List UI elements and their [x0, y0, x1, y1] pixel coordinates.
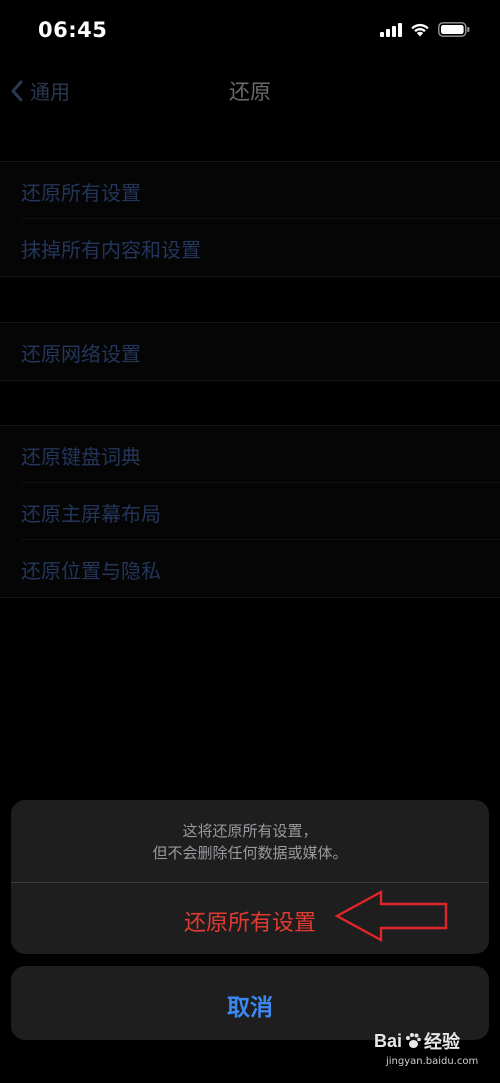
- list-item-reset-location-privacy[interactable]: 还原位置与隐私: [0, 540, 500, 597]
- list-item-reset-network-settings[interactable]: 还原网络设置: [0, 323, 500, 380]
- watermark-brand-suffix: 经验: [424, 1032, 461, 1052]
- list-item-reset-home-screen-layout[interactable]: 还原主屏幕布局: [0, 483, 500, 540]
- page-title: 还原: [229, 80, 271, 104]
- paw-icon: [406, 1033, 421, 1048]
- action-sheet-message-line-2: 但不会删除任何数据或媒体。: [152, 844, 348, 862]
- watermark-brand: Bai 经验: [374, 1028, 460, 1054]
- settings-group-2: 还原网络设置: [0, 323, 500, 380]
- list-item-label: 还原位置与隐私: [21, 559, 161, 583]
- list-item-reset-keyboard-dictionary[interactable]: 还原键盘词典: [0, 426, 500, 483]
- list-item-label: 还原主屏幕布局: [21, 502, 161, 526]
- watermark-brand-text: Bai: [374, 1030, 403, 1051]
- status-icons: [380, 22, 470, 37]
- list-item-label: 还原网络设置: [21, 342, 141, 366]
- navigation-bar: 通用 还原: [0, 62, 500, 118]
- battery-icon: [438, 22, 470, 37]
- annotation-arrow-icon: [334, 889, 448, 943]
- settings-group-1: 还原所有设置 抹掉所有内容和设置: [0, 162, 500, 276]
- baidu-jingyan-watermark: Bai 经验 jingyan.baidu.com: [374, 1028, 484, 1078]
- list-item-label: 还原所有设置: [21, 181, 141, 205]
- cancel-label: 取消: [227, 995, 273, 1021]
- watermark-site: jingyan.baidu.com: [386, 1056, 479, 1067]
- list-item-reset-all-settings[interactable]: 还原所有设置: [0, 162, 500, 219]
- cellular-signal-icon: [380, 22, 402, 37]
- wifi-icon: [411, 23, 429, 37]
- group-divider: [0, 380, 500, 381]
- list-item-label: 还原键盘词典: [21, 445, 141, 469]
- group-divider: [0, 597, 500, 598]
- action-sheet-message-line-1: 这将还原所有设置，: [182, 822, 318, 840]
- action-sheet-message: 这将还原所有设置， 但不会删除任何数据或媒体。: [11, 820, 489, 864]
- status-time: 06:45: [38, 18, 108, 42]
- group-divider: [0, 276, 500, 277]
- list-item-erase-all-content[interactable]: 抹掉所有内容和设置: [0, 219, 500, 276]
- status-bar: 06:45: [0, 0, 500, 62]
- settings-group-3: 还原键盘词典 还原主屏幕布局 还原位置与隐私: [0, 426, 500, 597]
- list-item-label: 抹掉所有内容和设置: [21, 238, 201, 262]
